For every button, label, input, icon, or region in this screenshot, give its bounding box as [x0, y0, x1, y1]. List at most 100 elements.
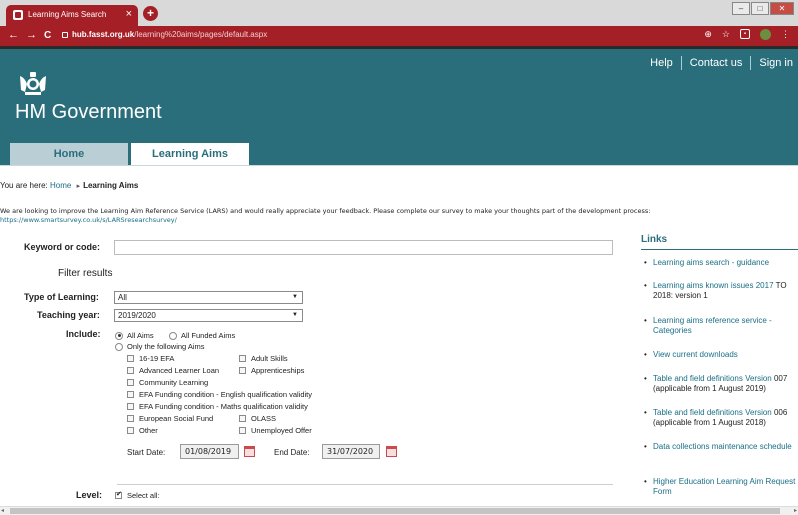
- bullet-icon: •: [644, 477, 647, 486]
- link-current-downloads[interactable]: View current downloads: [653, 350, 738, 359]
- link-he-request-form[interactable]: Higher Education Learning Aim Request Fo…: [653, 477, 795, 496]
- radio-all-funded-aims[interactable]: All Funded Aims: [169, 331, 235, 340]
- forward-icon[interactable]: →: [26, 29, 37, 42]
- breadcrumb-home-link[interactable]: Home: [50, 181, 71, 190]
- radio-all-aims[interactable]: All Aims: [115, 331, 154, 340]
- bullet-icon: •: [644, 281, 647, 290]
- checkbox-olass[interactable]: OLASS: [239, 414, 276, 423]
- extension-icon[interactable]: ▪: [740, 29, 750, 39]
- checkbox-16-19-efa[interactable]: 16-19 EFA: [127, 354, 174, 363]
- link-definitions-006[interactable]: Table and field definitions Version: [653, 408, 772, 417]
- breadcrumb-current: Learning Aims: [83, 181, 139, 190]
- radio-icon: [169, 331, 177, 340]
- include-label: Include:: [66, 329, 101, 339]
- tab-learning-aims[interactable]: Learning Aims: [131, 143, 249, 165]
- close-tab-icon[interactable]: ×: [126, 8, 132, 20]
- list-item: • Table and field definitions Version 006…: [644, 408, 796, 428]
- zoom-icon[interactable]: ⊕: [704, 29, 712, 40]
- checkbox-adult-skills[interactable]: Adult Skills: [239, 354, 288, 363]
- form-divider: [117, 484, 613, 485]
- select-all-label: Select all:: [127, 491, 160, 500]
- end-date-input[interactable]: 31/07/2020: [322, 444, 380, 459]
- checkbox-european-social-fund[interactable]: European Social Fund: [127, 414, 213, 423]
- horizontal-scrollbar[interactable]: ◂ ▸: [0, 506, 798, 515]
- calendar-icon[interactable]: [244, 446, 255, 457]
- breadcrumb-prefix: You are here:: [0, 181, 48, 190]
- checkbox-label: 16-19 EFA: [139, 354, 175, 363]
- bullet-icon: •: [644, 374, 647, 383]
- checkbox-unemployed-offer[interactable]: Unemployed Offer: [239, 426, 312, 435]
- checkbox-label: Unemployed Offer: [251, 426, 312, 435]
- browser-tab-bar: Learning Aims Search × + – □ ✕: [0, 0, 798, 26]
- end-date-label: End Date:: [274, 448, 310, 457]
- radio-all-funded-label: All Funded Aims: [181, 331, 236, 340]
- link-definitions-007[interactable]: Table and field definitions Version: [653, 374, 772, 383]
- list-item: • View current downloads: [644, 350, 796, 360]
- checkbox-efa-maths[interactable]: EFA Funding condition - Maths qualificat…: [127, 402, 308, 411]
- url-path: /learning%20aims/pages/default.aspx: [134, 30, 268, 39]
- new-tab-button[interactable]: +: [143, 6, 158, 21]
- browser-tab[interactable]: Learning Aims Search ×: [6, 5, 138, 26]
- window-controls: – □ ✕: [731, 2, 794, 17]
- back-icon[interactable]: ←: [8, 29, 19, 42]
- list-item: • Learning aims reference service - Categ…: [644, 316, 796, 336]
- scroll-left-icon[interactable]: ◂: [1, 507, 4, 514]
- checkbox-efa-english[interactable]: EFA Funding condition - English qualific…: [127, 390, 312, 399]
- checkbox-label: European Social Fund: [139, 414, 214, 423]
- checkbox-label: EFA Funding condition - English qualific…: [139, 390, 313, 399]
- checkbox-icon: [239, 427, 246, 434]
- contact-us-link[interactable]: Contact us: [690, 57, 743, 69]
- checkbox-label: Apprenticeships: [251, 366, 305, 375]
- maximize-icon[interactable]: □: [751, 2, 769, 15]
- window-close-icon[interactable]: ✕: [770, 2, 794, 15]
- bullet-icon: •: [644, 442, 647, 451]
- checkbox-apprenticeships[interactable]: Apprenticeships: [239, 366, 304, 375]
- tab-title: Learning Aims Search: [28, 10, 107, 19]
- radio-only-following[interactable]: Only the following Aims: [115, 342, 205, 351]
- level-label: Level:: [76, 490, 103, 500]
- checkbox-other[interactable]: Other: [127, 426, 158, 435]
- nav-underline: [0, 165, 798, 166]
- keyword-input[interactable]: [114, 240, 613, 255]
- scroll-right-icon[interactable]: ▸: [794, 507, 797, 514]
- list-item: • Learning aims search - guidance: [644, 258, 796, 268]
- checkbox-select-all[interactable]: Select all:: [115, 490, 160, 500]
- top-links: Help Contact us Sign in: [650, 56, 793, 70]
- type-of-learning-select[interactable]: All ▼: [114, 291, 303, 304]
- link-categories[interactable]: Learning aims reference service - Catego…: [653, 316, 772, 335]
- checkbox-advanced-learner-loan[interactable]: Advanced Learner Loan: [127, 366, 219, 375]
- links-heading: Links: [641, 234, 668, 245]
- tab-home[interactable]: Home: [10, 143, 128, 165]
- bullet-icon: •: [644, 258, 647, 267]
- link-maintenance-schedule[interactable]: Data collections maintenance schedule: [653, 442, 792, 451]
- star-icon[interactable]: ☆: [722, 29, 730, 40]
- checkbox-icon: [127, 379, 134, 386]
- checkbox-icon: [239, 415, 246, 422]
- checkbox-checked-icon: [115, 490, 122, 499]
- link-known-issues[interactable]: Learning aims known issues 2017: [653, 281, 774, 290]
- dropdown-arrow-icon: ▼: [292, 294, 298, 300]
- url-field[interactable]: hub.fasst.org.uk/learning%20aims/pages/d…: [62, 30, 267, 39]
- sign-in-link[interactable]: Sign in: [759, 57, 793, 69]
- calendar-icon[interactable]: [386, 446, 397, 457]
- filter-results-title: Filter results: [58, 268, 113, 279]
- list-item: • Learning aims known issues 2017 TO 2018…: [644, 281, 796, 301]
- menu-icon[interactable]: ⋮: [781, 29, 790, 40]
- teaching-year-select[interactable]: 2019/2020 ▼: [114, 309, 303, 322]
- checkbox-community-learning[interactable]: Community Learning: [127, 378, 208, 387]
- checkbox-label: Adult Skills: [251, 354, 288, 363]
- profile-avatar[interactable]: [760, 29, 771, 40]
- link-guidance[interactable]: Learning aims search - guidance: [653, 258, 769, 267]
- start-date-input[interactable]: 01/08/2019: [180, 444, 239, 459]
- list-item: • Data collections maintenance schedule: [644, 442, 796, 452]
- scrollbar-thumb[interactable]: [10, 508, 780, 514]
- lock-icon: [62, 32, 68, 38]
- reload-icon[interactable]: C: [44, 29, 51, 42]
- radio-selected-icon: [115, 331, 123, 340]
- bullet-icon: •: [644, 408, 647, 417]
- minimize-icon[interactable]: –: [732, 2, 750, 15]
- help-link[interactable]: Help: [650, 57, 673, 69]
- radio-only-following-label: Only the following Aims: [127, 342, 205, 351]
- survey-link[interactable]: https://www.smartsurvey.co.uk/s/LARSrese…: [0, 216, 177, 224]
- bullet-icon: •: [644, 350, 647, 359]
